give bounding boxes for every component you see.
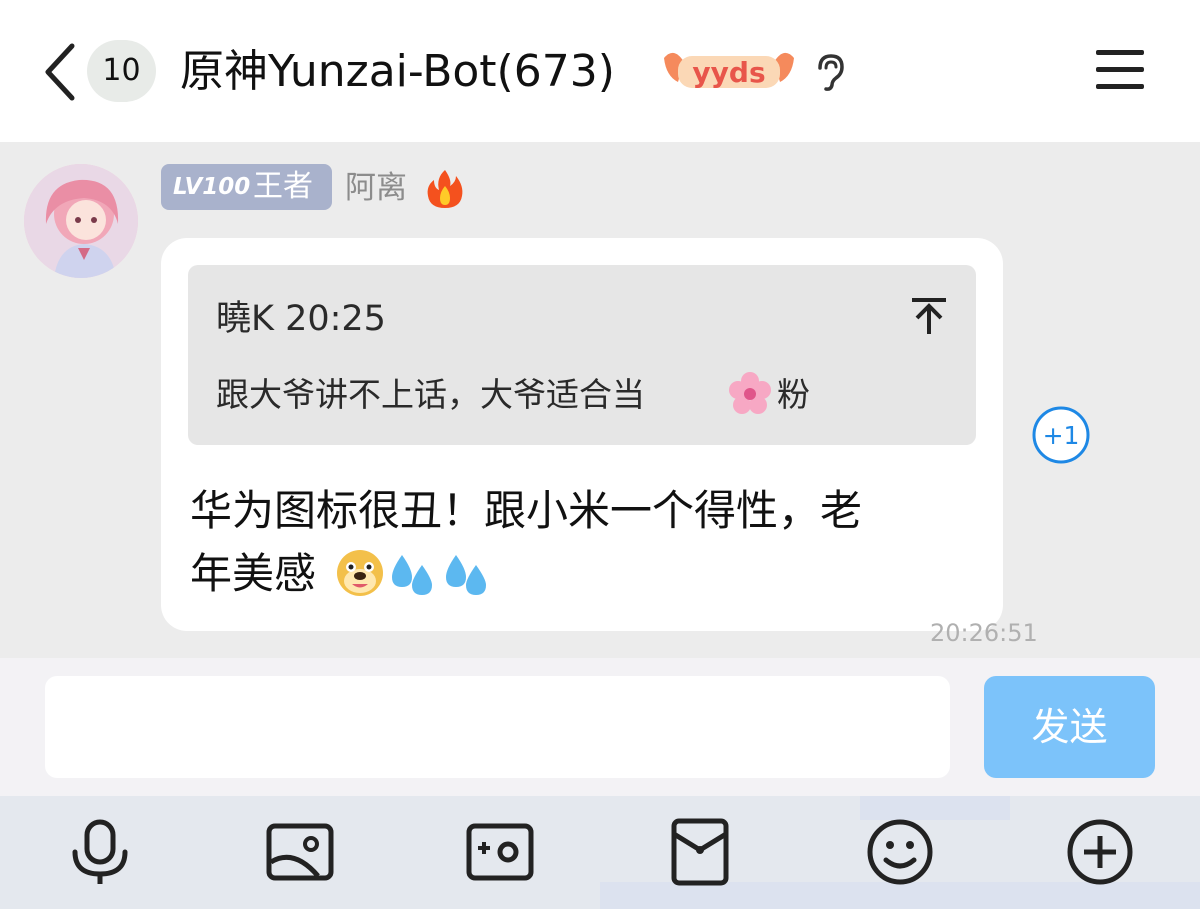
level-tag: LV100 王者 bbox=[161, 164, 332, 210]
unread-count-badge[interactable]: 10 bbox=[87, 40, 156, 102]
plus-one-label: +1 bbox=[1043, 421, 1080, 450]
quote-author-time: 曉K 20:25 bbox=[216, 299, 386, 339]
plus-one-button[interactable]: +1 bbox=[1031, 405, 1091, 465]
yyds-badge-text: yyds bbox=[692, 56, 765, 89]
message-text-line2: 年美感 bbox=[190, 549, 317, 598]
cherry-blossom-icon bbox=[729, 372, 771, 414]
camera-icon[interactable] bbox=[466, 818, 534, 886]
sender-avatar[interactable] bbox=[24, 164, 138, 278]
background-decoration bbox=[600, 882, 1200, 909]
quote-text-part1: 跟大爷讲不上话，大爷适合当 bbox=[216, 375, 645, 414]
sender-name[interactable]: 阿离 bbox=[345, 166, 407, 210]
level-label: LV100 bbox=[173, 174, 251, 200]
sweat-droplets-icon bbox=[392, 555, 432, 595]
yyds-badge-icon: yyds bbox=[664, 52, 794, 89]
message-timestamp: 20:26:51 bbox=[930, 619, 1038, 647]
red-packet-icon[interactable] bbox=[666, 818, 734, 886]
quote-text-part2: 粉 bbox=[777, 375, 810, 414]
message-text-line1: 华为图标很丑！跟小米一个得性，老 bbox=[190, 486, 863, 535]
plus-icon[interactable] bbox=[1066, 818, 1134, 886]
microphone-icon[interactable] bbox=[66, 818, 134, 886]
ear-icon[interactable] bbox=[812, 52, 848, 92]
sweat-droplets-icon bbox=[446, 555, 486, 595]
quote-text: 跟大爷讲不上话，大爷适合当 bbox=[216, 372, 645, 418]
jump-to-original-icon[interactable] bbox=[910, 296, 948, 336]
group-title: 原神Yunzai-Bot(673) bbox=[180, 46, 615, 97]
message-input[interactable] bbox=[45, 676, 950, 778]
rank-label: 王者 bbox=[253, 169, 313, 204]
image-icon[interactable] bbox=[266, 818, 334, 886]
dog-face-emoji-icon bbox=[337, 550, 383, 596]
send-button[interactable]: 发送 bbox=[984, 676, 1155, 778]
quoted-message[interactable] bbox=[188, 265, 976, 445]
fire-icon bbox=[427, 170, 463, 208]
back-arrow-icon[interactable] bbox=[40, 42, 80, 102]
menu-icon[interactable] bbox=[1096, 48, 1144, 92]
emoji-icon[interactable] bbox=[866, 818, 934, 886]
chat-header: 10 原神Yunzai-Bot(673) yyds bbox=[0, 0, 1200, 142]
background-decoration bbox=[860, 796, 1010, 820]
